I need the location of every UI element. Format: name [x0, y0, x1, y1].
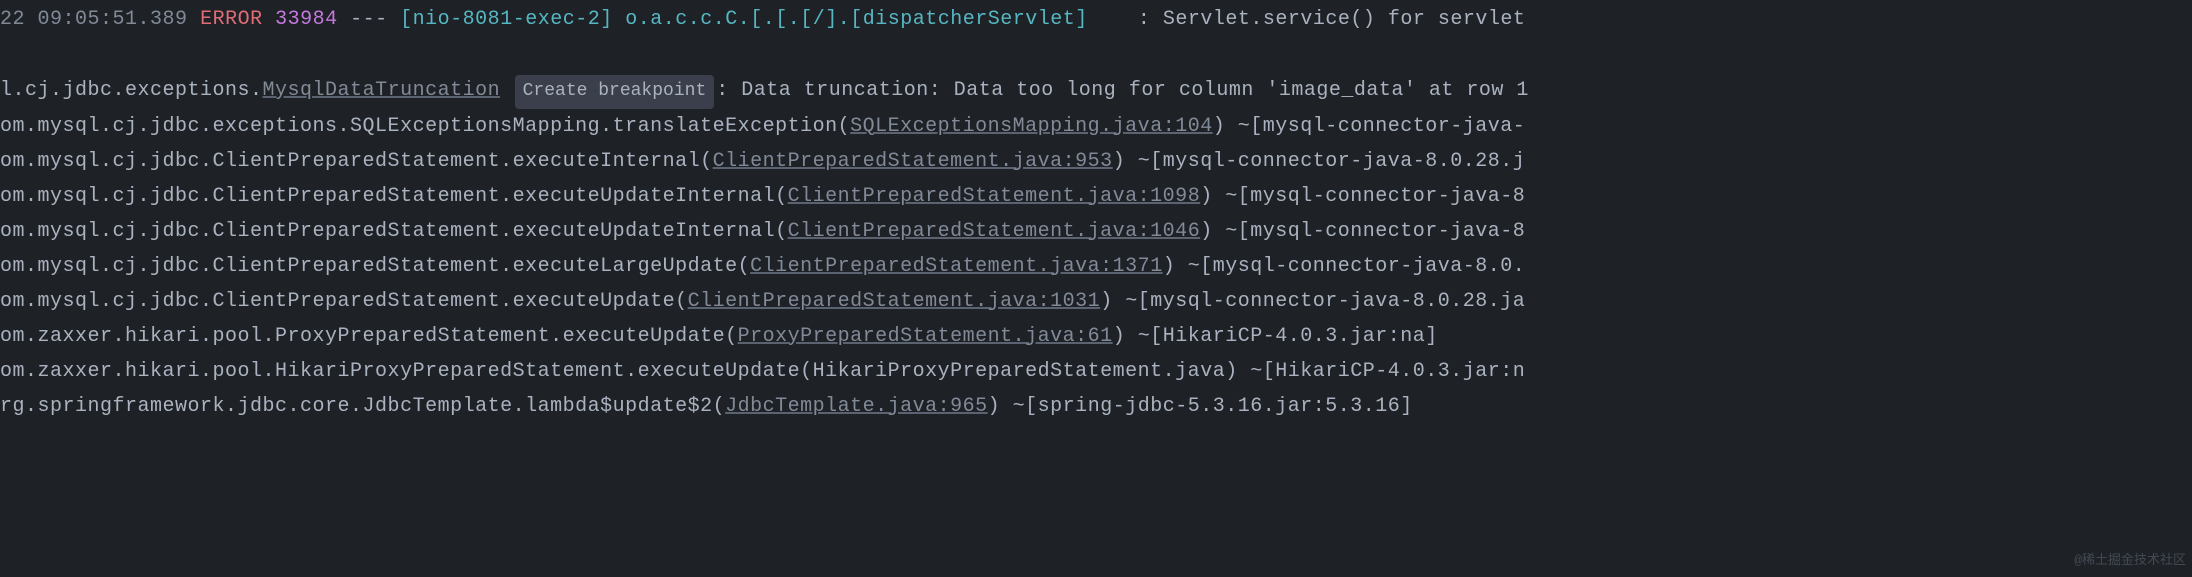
stack-prefix: om.mysql.cj.jdbc.ClientPreparedStatement…: [0, 185, 788, 208]
source-link[interactable]: ClientPreparedStatement.java:1046: [788, 220, 1201, 243]
source-link[interactable]: ClientPreparedStatement.java:1031: [688, 290, 1101, 313]
colon: :: [1138, 8, 1151, 31]
stack-prefix: om.mysql.cj.jdbc.ClientPreparedStatement…: [0, 220, 788, 243]
stack-suffix: ) ~[mysql-connector-java-8: [1200, 220, 1525, 243]
stack-prefix: om.mysql.cj.jdbc.ClientPreparedStatement…: [0, 255, 750, 278]
source-link[interactable]: SQLExceptionsMapping.java:104: [850, 115, 1213, 138]
stack-trace-line: om.mysql.cj.jdbc.ClientPreparedStatement…: [0, 249, 2192, 284]
process-id: 33984: [275, 8, 338, 31]
stack-prefix: om.mysql.cj.jdbc.ClientPreparedStatement…: [0, 290, 688, 313]
stack-suffix: ) ~[mysql-connector-java-: [1213, 115, 1526, 138]
stack-prefix: rg.springframework.jdbc.core.JdbcTemplat…: [0, 395, 725, 418]
date-fragment: 22: [0, 8, 25, 31]
source-link[interactable]: JdbcTemplate.java:965: [725, 395, 988, 418]
watermark-text: @稀土掘金技术社区: [2074, 550, 2186, 573]
exception-line: l.cj.jdbc.exceptions.MysqlDataTruncation…: [0, 73, 2192, 109]
source-link[interactable]: ClientPreparedStatement.java:1371: [750, 255, 1163, 278]
stack-suffix: ) ~[mysql-connector-java-8.0.28.ja: [1100, 290, 1525, 313]
stack-trace-line: om.mysql.cj.jdbc.exceptions.SQLException…: [0, 109, 2192, 144]
stack-prefix: om.mysql.cj.jdbc.exceptions.SQLException…: [0, 115, 850, 138]
stack-suffix: ) ~[mysql-connector-java-8.0.: [1163, 255, 1526, 278]
stack-trace-line: om.mysql.cj.jdbc.ClientPreparedStatement…: [0, 179, 2192, 214]
exception-class-link[interactable]: MysqlDataTruncation: [263, 79, 501, 102]
stack-prefix: om.zaxxer.hikari.pool.HikariProxyPrepare…: [0, 360, 1525, 383]
log-message: Servlet.service() for servlet: [1163, 8, 1526, 31]
source-link[interactable]: ClientPreparedStatement.java:953: [713, 150, 1113, 173]
source-link[interactable]: ProxyPreparedStatement.java:61: [738, 325, 1113, 348]
log-header-line: 22 09:05:51.389 ERROR 33984 --- [nio-808…: [0, 2, 2192, 37]
create-breakpoint-button[interactable]: Create breakpoint: [515, 75, 715, 109]
exception-prefix: l.cj.jdbc.exceptions.: [0, 79, 263, 102]
stack-prefix: om.mysql.cj.jdbc.ClientPreparedStatement…: [0, 150, 713, 173]
timestamp: 09:05:51.389: [38, 8, 188, 31]
stack-trace-line: om.mysql.cj.jdbc.ClientPreparedStatement…: [0, 284, 2192, 319]
stack-trace-line: rg.springframework.jdbc.core.JdbcTemplat…: [0, 389, 2192, 424]
stack-suffix: ) ~[mysql-connector-java-8: [1200, 185, 1525, 208]
thread-name: [nio-8081-exec-2]: [400, 8, 613, 31]
stack-prefix: om.zaxxer.hikari.pool.ProxyPreparedState…: [0, 325, 738, 348]
stack-suffix: ) ~[spring-jdbc-5.3.16.jar:5.3.16]: [988, 395, 1413, 418]
stack-suffix: ) ~[mysql-connector-java-8.0.28.j: [1113, 150, 1526, 173]
stack-trace-line: om.zaxxer.hikari.pool.HikariProxyPrepare…: [0, 354, 2192, 389]
blank-line: [0, 37, 2192, 73]
log-level: ERROR: [200, 8, 263, 31]
logger-name: o.a.c.c.C.[.[.[/].[dispatcherServlet]: [625, 8, 1088, 31]
exception-message: : Data truncation: Data too long for col…: [716, 79, 1529, 102]
stack-suffix: ) ~[HikariCP-4.0.3.jar:na]: [1113, 325, 1438, 348]
separator: ---: [350, 8, 388, 31]
stack-trace-line: om.mysql.cj.jdbc.ClientPreparedStatement…: [0, 144, 2192, 179]
stack-trace-line: om.zaxxer.hikari.pool.ProxyPreparedState…: [0, 319, 2192, 354]
stack-trace-line: om.mysql.cj.jdbc.ClientPreparedStatement…: [0, 214, 2192, 249]
source-link[interactable]: ClientPreparedStatement.java:1098: [788, 185, 1201, 208]
